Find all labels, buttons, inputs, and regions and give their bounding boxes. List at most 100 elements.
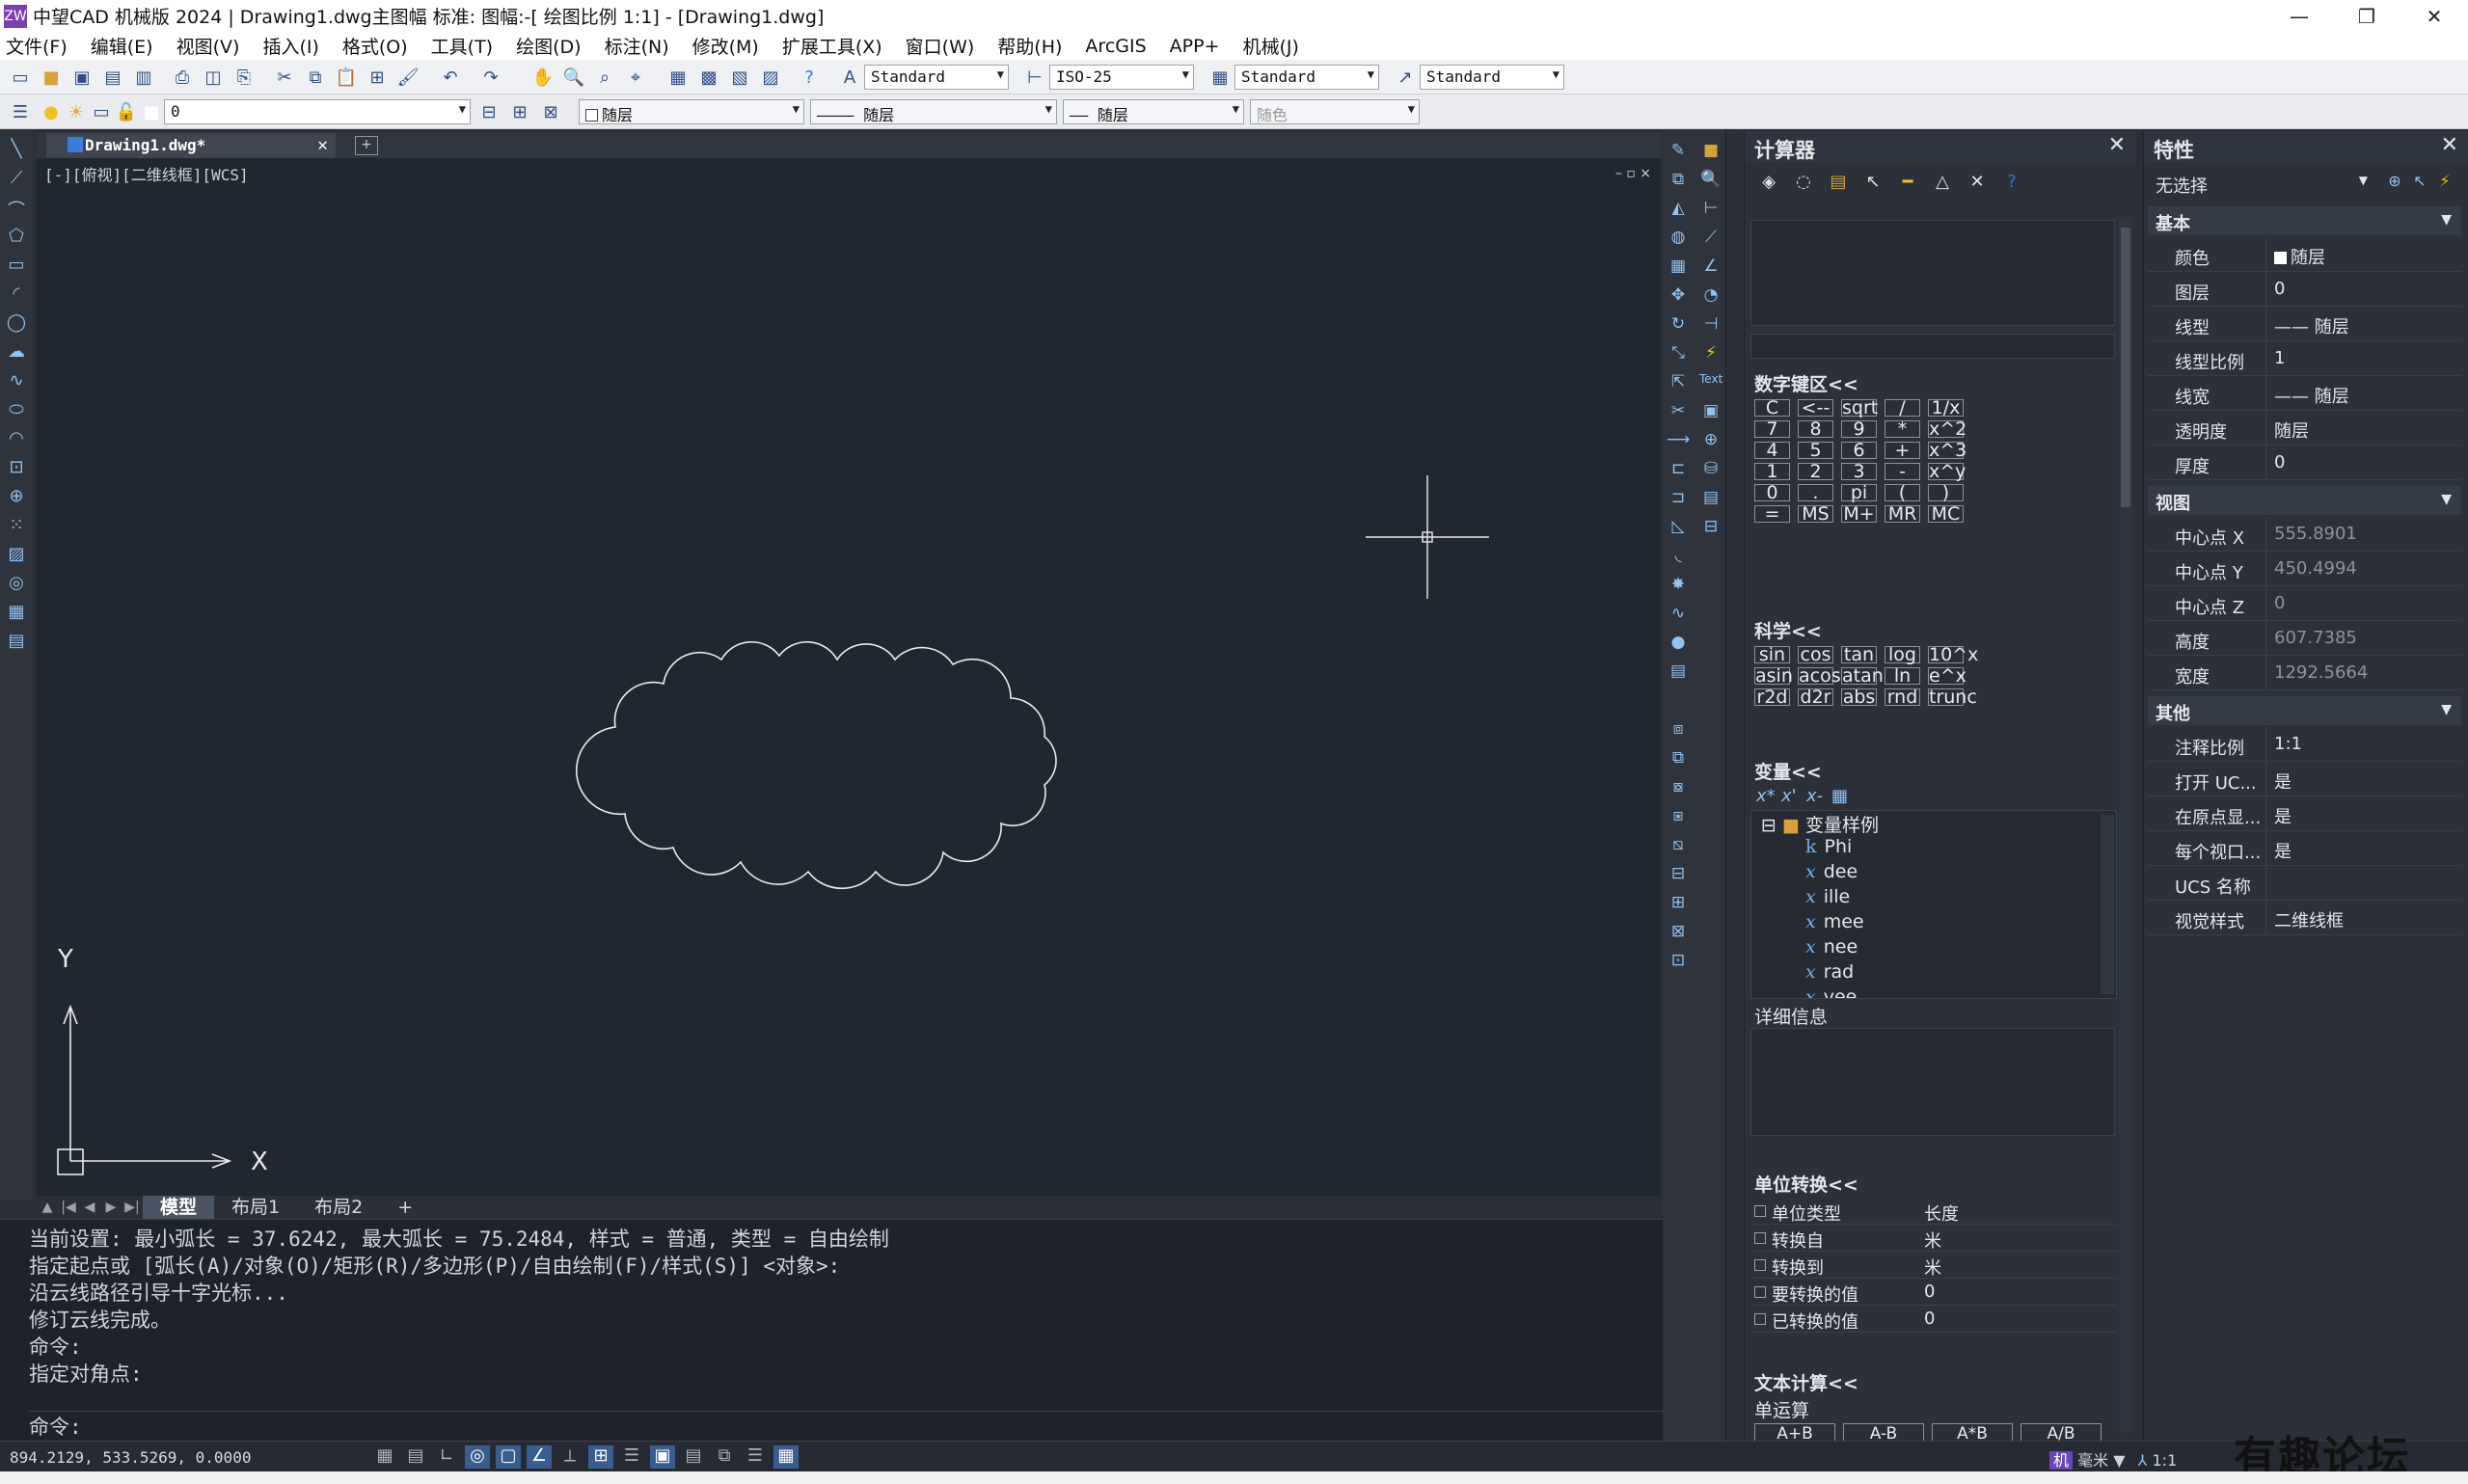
polar-tracking-icon[interactable]: ◎: [465, 1445, 490, 1469]
menu-modify[interactable]: 修改(M): [692, 33, 759, 59]
zoom-icon[interactable]: 🔍: [1699, 170, 1722, 193]
help-icon[interactable]: ?: [797, 65, 822, 90]
dim-front-icon[interactable]: ⊞: [1667, 893, 1690, 916]
mtext-icon[interactable]: ▤: [4, 631, 29, 656]
calc-key[interactable]: ): [1928, 484, 1964, 502]
open-folder-icon[interactable]: ■: [39, 65, 64, 90]
dim-style-select[interactable]: ISO-25 ▼: [1049, 65, 1194, 90]
spline-icon[interactable]: ∿: [4, 370, 29, 395]
layer-on-bulb-icon[interactable]: ●: [39, 99, 64, 124]
new-icon[interactable]: ▭: [8, 65, 33, 90]
trim-icon[interactable]: ✂: [1667, 401, 1690, 424]
calc-key[interactable]: 6: [1841, 442, 1877, 460]
property-value[interactable]: 是: [2265, 796, 2458, 830]
linear-dim-icon[interactable]: ⊢: [1699, 199, 1722, 222]
sci-key[interactable]: trunc: [1928, 688, 1977, 707]
fillet-icon[interactable]: ◟: [1667, 546, 1690, 569]
lineweight-icon[interactable]: ☰: [619, 1445, 644, 1469]
collapse-icon[interactable]: ▼: [2441, 492, 2452, 507]
property-value[interactable]: 随层: [2265, 411, 2458, 445]
calculator-scrollbar[interactable]: [2119, 218, 2132, 1433]
sci-key[interactable]: abs: [1841, 688, 1877, 707]
unit-section-label[interactable]: 单位转换<<: [1754, 1171, 1858, 1197]
blend-icon[interactable]: ∿: [1667, 604, 1690, 627]
dim-edit-icon[interactable]: ▤: [1699, 488, 1722, 511]
make-current-layer-icon[interactable]: ⊟: [476, 99, 502, 124]
menu-window[interactable]: 窗口(W): [906, 33, 975, 59]
variable-item[interactable]: x ille: [1805, 886, 1850, 907]
science-section-label[interactable]: 科学<<: [1754, 617, 1822, 643]
angular-dim-icon[interactable]: ∠: [1699, 256, 1722, 280]
property-value[interactable]: 0: [2265, 586, 2458, 620]
revision-cloud-icon[interactable]: ☁: [4, 341, 29, 366]
property-row[interactable]: 高度 607.7385: [2148, 621, 2461, 656]
above-object-icon[interactable]: ⧆: [1667, 806, 1690, 829]
collapse-icon[interactable]: ▼: [2441, 702, 2452, 717]
ellipse-arc-icon[interactable]: ◠: [4, 428, 29, 453]
property-row[interactable]: 打开 UC... 是: [2148, 762, 2461, 796]
scale-icon[interactable]: ⤡: [1667, 343, 1690, 366]
calc-key[interactable]: *: [1885, 420, 1920, 439]
sci-key[interactable]: r2d: [1754, 688, 1790, 707]
aligned-dim-icon[interactable]: ⟋: [1699, 228, 1722, 251]
get-coords-icon[interactable]: ↖: [1858, 168, 1887, 197]
annotation-scale-icon[interactable]: ⅄: [2138, 1451, 2148, 1470]
copy-icon[interactable]: ⧉: [303, 65, 328, 90]
array-icon[interactable]: ▦: [1667, 256, 1690, 280]
drawing-canvas[interactable]: [-][俯视][二维线框][WCS] – ▫ × Y X: [37, 158, 1661, 1200]
property-row[interactable]: 注释比例 1:1: [2148, 727, 2461, 762]
selection-cycling-icon[interactable]: ⧉: [712, 1445, 737, 1469]
property-row[interactable]: 视觉样式 二维线框: [2148, 901, 2461, 935]
collapse-icon[interactable]: ▼: [2441, 212, 2452, 228]
color-select[interactable]: 随层 ▼: [579, 99, 804, 124]
unit-row[interactable]: 已转换的值 0: [1750, 1306, 2117, 1333]
back-layout-icon[interactable]: ◀: [79, 1200, 100, 1215]
property-value[interactable]: —— 随层: [2265, 376, 2458, 410]
baseline-dim-icon[interactable]: ⊣: [1699, 314, 1722, 337]
property-row[interactable]: 中心点 Z 0: [2148, 586, 2461, 621]
insert-block-icon[interactable]: ⊡: [4, 457, 29, 482]
distance-icon[interactable]: ━: [1893, 168, 1922, 197]
calc-key[interactable]: 4: [1754, 442, 1790, 460]
scroll-thumb[interactable]: [2121, 228, 2130, 507]
variable-item[interactable]: x mee: [1805, 911, 1864, 932]
unit-value[interactable]: 0: [1924, 1282, 1935, 1302]
undo-icon[interactable]: ↶: [438, 65, 463, 90]
bring-front-icon[interactable]: ⧉: [1667, 748, 1690, 771]
property-row[interactable]: 线型比例 1: [2148, 341, 2461, 376]
calc-variable-icon[interactable]: ▦: [1831, 786, 1857, 806]
calc-key[interactable]: (: [1885, 484, 1920, 502]
calc-key[interactable]: 2: [1798, 463, 1833, 481]
unit-value[interactable]: 米: [1924, 1255, 1941, 1280]
radius-dim-icon[interactable]: ◔: [1699, 285, 1722, 309]
calc-key[interactable]: MR: [1885, 505, 1920, 524]
property-row[interactable]: 线宽 —— 随层: [2148, 376, 2461, 411]
property-value[interactable]: 450.4994: [2265, 552, 2458, 585]
variable-item[interactable]: x rad: [1805, 961, 1854, 983]
property-row[interactable]: 中心点 Y 450.4994: [2148, 552, 2461, 586]
property-row[interactable]: 宽度 1292.5664: [2148, 656, 2461, 690]
dynamic-ucs-icon[interactable]: ⟂: [557, 1445, 583, 1469]
save-as-icon[interactable]: ▤: [100, 65, 125, 90]
minimize-button[interactable]: —: [2265, 0, 2333, 32]
text-calc-label[interactable]: 文本计算<<: [1754, 1369, 1858, 1395]
intersection-icon[interactable]: ✕: [1963, 168, 1992, 197]
property-value[interactable]: —— 随层: [2265, 307, 2458, 340]
property-value[interactable]: 555.8901: [2265, 517, 2458, 551]
menu-app-plus[interactable]: APP+: [1170, 36, 1220, 57]
transparency-icon[interactable]: ▣: [650, 1445, 675, 1469]
calc-key[interactable]: 5: [1798, 442, 1833, 460]
calc-key[interactable]: M+: [1841, 505, 1877, 524]
dim-update-icon[interactable]: ⊟: [1699, 517, 1722, 540]
lineweight-select[interactable]: —— 随层 ▼: [1063, 99, 1244, 124]
unit-value[interactable]: 长度: [1924, 1201, 1959, 1226]
explode-icon[interactable]: ✸: [1667, 575, 1690, 598]
sci-key[interactable]: acos: [1798, 667, 1841, 686]
calc-key[interactable]: MS: [1798, 505, 1833, 524]
construction-line-icon[interactable]: ⟋: [4, 168, 29, 193]
menu-help[interactable]: 帮助(H): [997, 33, 1062, 59]
snap-tracking-icon[interactable]: ∠: [527, 1445, 552, 1469]
calc-key[interactable]: 8: [1798, 420, 1833, 439]
close-tab-icon[interactable]: ✕: [317, 135, 328, 155]
sci-key[interactable]: rnd: [1885, 688, 1920, 707]
